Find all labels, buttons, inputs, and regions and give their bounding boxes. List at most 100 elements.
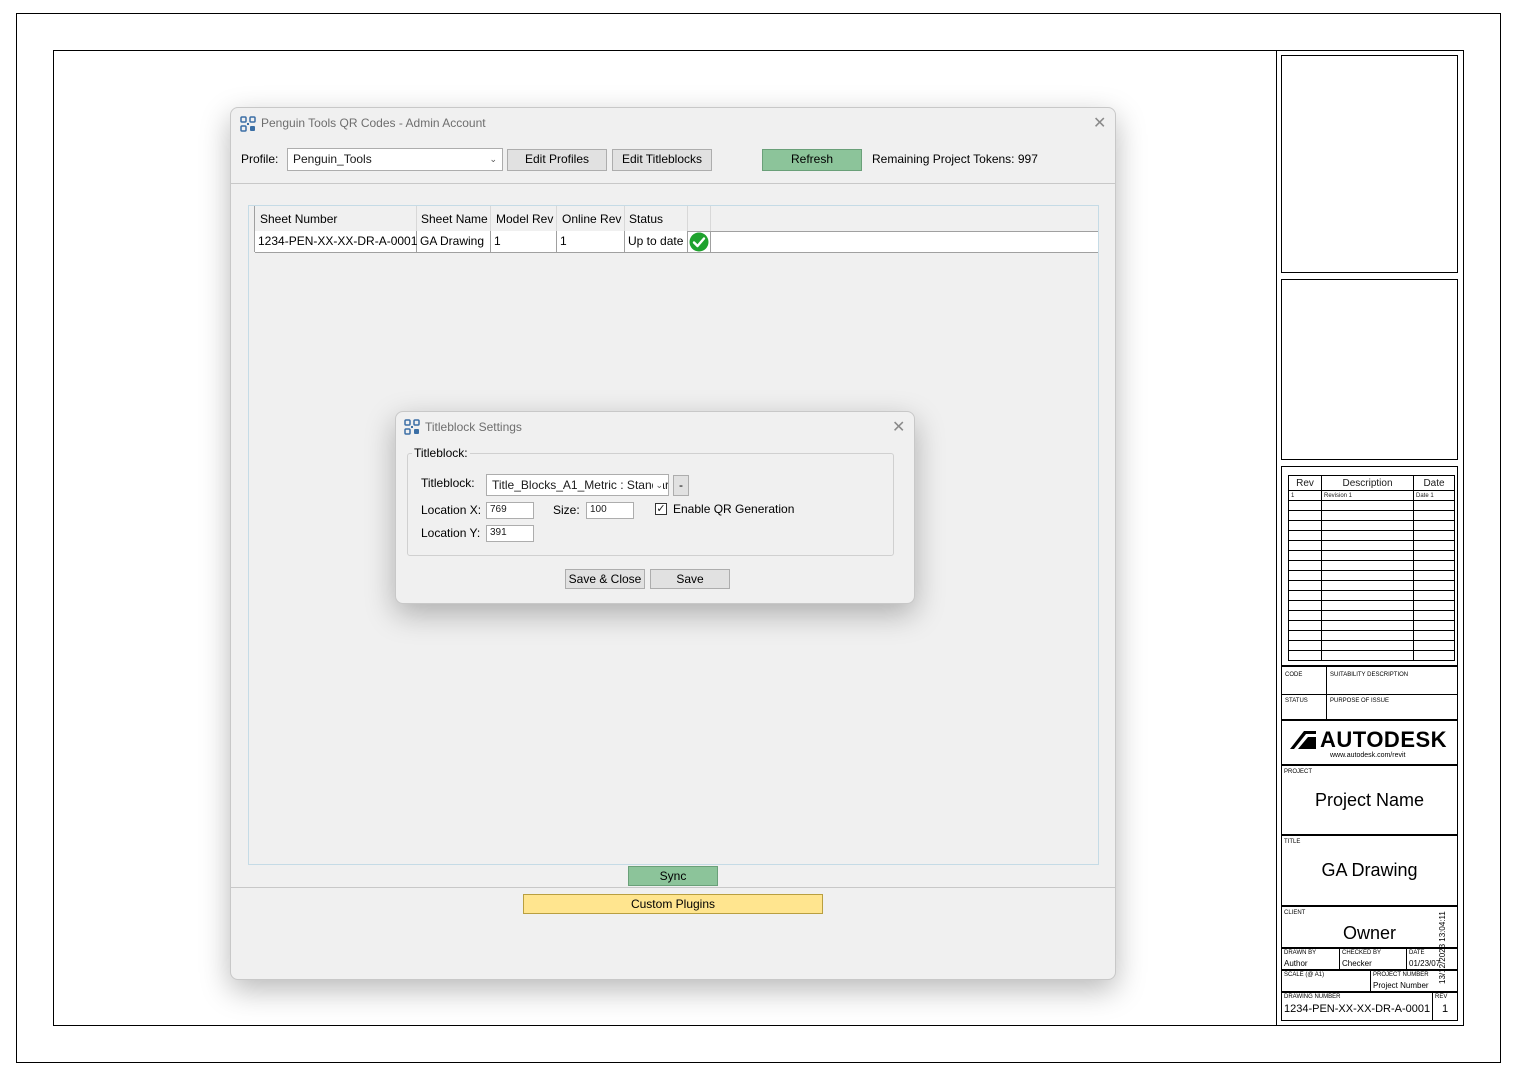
revision-empty-row: [1288, 630, 1455, 641]
revision-empty-cell: [1321, 540, 1414, 551]
status-icon-cell: [688, 231, 711, 253]
autodesk-url: www.autodesk.com/revit: [1330, 752, 1406, 759]
dialog-app-icon: [404, 419, 420, 435]
revision-empty-cell: [1321, 600, 1414, 611]
revision-empty-cell: [1288, 590, 1322, 601]
revision-empty-cell: [1288, 640, 1322, 651]
revision-empty-cell: [1288, 560, 1322, 571]
project-box: PROJECT Project Name: [1281, 765, 1458, 835]
window-title: Penguin Tools QR Codes - Admin Account: [261, 116, 486, 130]
revision-empty-cell: [1321, 510, 1414, 521]
revision-empty-cell: [1321, 520, 1414, 531]
sheet-name-cell[interactable]: GA Drawing: [417, 231, 491, 253]
revision-empty-row: [1288, 640, 1455, 651]
sheet-name-header[interactable]: Sheet Name: [421, 212, 488, 226]
revision-empty-cell: [1413, 560, 1455, 571]
rev-value: 1: [1442, 1003, 1449, 1015]
dialog-title: Titleblock Settings: [425, 420, 522, 434]
revision-empty-cell: [1288, 580, 1322, 591]
rev-description-cell: Revision 1: [1321, 490, 1414, 501]
check-circle-icon: [689, 232, 709, 252]
drawing-number-label: DRAWING NUMBER: [1284, 994, 1341, 1000]
location-y-input[interactable]: 391: [486, 525, 534, 542]
titleblock-dropdown[interactable]: Title_Blocks_A1_Metric : Standard ⌄: [486, 474, 669, 496]
rev-label: REV: [1435, 994, 1448, 1000]
title-box: TITLE GA Drawing: [1281, 835, 1458, 906]
location-x-input[interactable]: 769: [486, 502, 534, 519]
revision-empty-cell: [1413, 580, 1455, 591]
revision-empty-cell: [1321, 620, 1414, 631]
titleblock-blank-box-2: [1281, 279, 1458, 460]
revision-empty-cell: [1413, 500, 1455, 511]
online-rev-header[interactable]: Online Rev: [562, 212, 621, 226]
dialog-close-icon[interactable]: ✕: [892, 417, 905, 437]
chevron-down-icon: ⌄: [489, 154, 497, 164]
revision-empty-row: [1288, 580, 1455, 591]
drawn-by-label: DRAWN BY: [1284, 950, 1317, 956]
revision-empty-cell: [1413, 600, 1455, 611]
titleblock-chevron-down-icon: ⌄: [653, 475, 663, 495]
revision-empty-cell: [1413, 590, 1455, 601]
revision-empty-cell: [1288, 500, 1322, 511]
refresh-button[interactable]: Refresh: [762, 149, 862, 171]
revision-empty-row: [1288, 590, 1455, 601]
save-close-button[interactable]: Save & Close: [565, 569, 645, 589]
sync-button[interactable]: Sync: [628, 866, 718, 886]
groupbox-label: Titleblock:: [412, 446, 470, 460]
revision-empty-cell: [1321, 500, 1414, 511]
model-rev-cell[interactable]: 1: [491, 231, 557, 253]
revision-empty-cell: [1413, 630, 1455, 641]
status-header[interactable]: Status: [629, 212, 663, 226]
revision-empty-row: [1288, 570, 1455, 581]
revision-empty-cell: [1321, 530, 1414, 541]
code-label: CODE: [1285, 672, 1303, 678]
revision-empty-cell: [1321, 550, 1414, 561]
revision-empty-cell: [1413, 570, 1455, 581]
project-number-label: PROJECT NUMBER: [1373, 972, 1429, 978]
location-x-label: Location X:: [421, 503, 482, 517]
scale-label: SCALE (@ A1): [1284, 972, 1325, 978]
revision-empty-cell: [1413, 510, 1455, 521]
revision-empty-cell: [1321, 570, 1414, 581]
sheet-number-cell[interactable]: 1234-PEN-XX-XX-DR-A-0001: [255, 231, 417, 253]
save-button[interactable]: Save: [650, 569, 730, 589]
revision-box: Rev Description Date 1 Revision 1 Date 1: [1281, 466, 1458, 666]
revision-empty-row: [1288, 560, 1455, 571]
titleblock-blank-box-1: [1281, 55, 1458, 273]
edit-profiles-button[interactable]: Edit Profiles: [507, 149, 607, 171]
revision-empty-cell: [1288, 520, 1322, 531]
model-rev-header[interactable]: Model Rev: [496, 212, 553, 226]
logo-box: AUTODESK www.autodesk.com/revit: [1281, 720, 1458, 765]
sheet-number-header[interactable]: Sheet Number: [260, 212, 337, 226]
custom-plugins-button[interactable]: Custom Plugins: [523, 894, 823, 914]
status-cell[interactable]: Up to date: [625, 231, 688, 253]
revision-empty-cell: [1288, 610, 1322, 621]
profile-dropdown[interactable]: Penguin_Tools ⌄: [287, 148, 503, 171]
window-close-icon[interactable]: ✕: [1093, 113, 1106, 133]
revision-empty-row: [1288, 610, 1455, 621]
project-number-value: Project Number: [1373, 981, 1429, 990]
revision-empty-row: [1288, 500, 1455, 511]
revision-empty-row: [1288, 620, 1455, 631]
revision-empty-cell: [1321, 610, 1414, 621]
revision-empty-cell: [1288, 510, 1322, 521]
app-icon: [240, 116, 256, 132]
revision-empty-cell: [1413, 550, 1455, 561]
location-y-label: Location Y:: [421, 526, 481, 540]
revision-empty-cell: [1321, 560, 1414, 571]
suitability-label: SUITABILITY DESCRIPTION: [1330, 672, 1409, 678]
titleblock-settings-dialog: Titleblock Settings ✕ Titleblock: Titleb…: [395, 411, 915, 604]
remove-titleblock-button[interactable]: -: [673, 475, 689, 496]
revision-empty-cell: [1321, 630, 1414, 641]
revision-empty-row: [1288, 530, 1455, 541]
revision-empty-row: [1288, 520, 1455, 531]
project-name: Project Name: [1314, 790, 1425, 810]
description-header: Description: [1321, 475, 1414, 491]
size-input[interactable]: 100: [586, 502, 634, 519]
revision-empty-cell: [1321, 590, 1414, 601]
online-rev-cell[interactable]: 1: [557, 231, 625, 253]
revision-table: Rev Description Date 1 Revision 1 Date 1: [1288, 475, 1455, 661]
profile-label: Profile:: [241, 152, 279, 166]
edit-titleblocks-button[interactable]: Edit Titleblocks: [612, 149, 712, 171]
enable-qr-checkbox[interactable]: ✓: [655, 503, 667, 515]
